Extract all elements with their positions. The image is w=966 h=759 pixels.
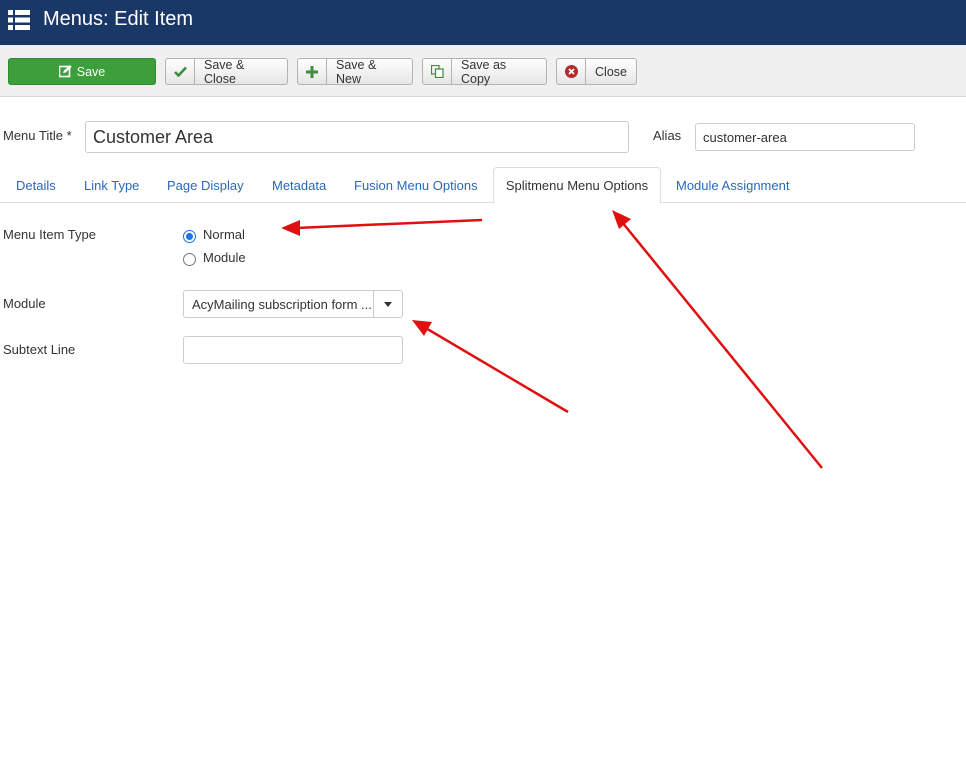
alias-value: customer-area: [703, 130, 787, 145]
alias-label: Alias: [653, 128, 682, 143]
close-label: Close: [595, 64, 627, 79]
copy-icon: [423, 59, 452, 84]
arrow-to-splitmenu-tab: [621, 221, 823, 469]
alias-input[interactable]: customer-area: [695, 123, 915, 151]
check-icon: [166, 59, 195, 84]
subtext-line-label: Subtext Line: [3, 342, 76, 357]
menu-title-input[interactable]: Customer Area: [85, 121, 629, 153]
save-copy-button[interactable]: Save as Copy: [422, 57, 547, 86]
page-header: Menus: Edit Item: [0, 0, 966, 45]
list-icon: [8, 10, 30, 30]
menu-title-label: Menu Title *: [3, 128, 72, 143]
module-label: Module: [3, 296, 46, 311]
tab-link-type[interactable]: Link Type: [84, 167, 139, 203]
annotation-arrows: [281, 210, 823, 469]
radio-module[interactable]: [183, 253, 196, 266]
tab-fusion-menu-options[interactable]: Fusion Menu Options: [354, 167, 478, 203]
toolbar: Save Save & Close Save & New Save as Cop…: [0, 45, 966, 97]
module-select[interactable]: AcyMailing subscription form ...: [183, 290, 403, 318]
edit-icon: [58, 65, 72, 78]
tab-module-assignment[interactable]: Module Assignment: [676, 167, 789, 203]
arrow-to-module-select: [423, 325, 569, 414]
subtext-line-input[interactable]: [183, 336, 403, 364]
save-copy-label: Save as Copy: [461, 57, 507, 86]
save-close-label: Save & Close: [204, 57, 245, 86]
menu-item-type-label: Menu Item Type: [3, 227, 96, 242]
plus-icon: [298, 59, 327, 84]
menu-title-value: Customer Area: [93, 127, 214, 147]
tab-metadata[interactable]: Metadata: [272, 167, 326, 203]
tab-splitmenu-menu-options[interactable]: Splitmenu Menu Options: [493, 167, 661, 204]
radio-normal[interactable]: [183, 230, 196, 243]
radio-module-label[interactable]: Module: [203, 250, 246, 265]
module-select-value: AcyMailing subscription form ...: [192, 297, 372, 312]
save-new-label: Save & New: [336, 57, 377, 86]
tab-bar: Details Link Type Page Display Metadata …: [0, 167, 966, 204]
arrow-to-radio: [295, 218, 483, 230]
save-label: Save: [76, 64, 106, 79]
caret-down-icon[interactable]: [373, 291, 402, 317]
radio-normal-label[interactable]: Normal: [203, 227, 245, 242]
save-close-button[interactable]: Save & Close: [165, 57, 288, 86]
close-button[interactable]: Close: [556, 58, 637, 85]
close-icon: [557, 59, 586, 84]
save-button[interactable]: Save: [8, 58, 156, 85]
tab-details[interactable]: Details: [16, 167, 56, 203]
tab-page-display[interactable]: Page Display: [167, 167, 244, 203]
save-new-button[interactable]: Save & New: [297, 57, 413, 86]
page-title: Menus: Edit Item: [43, 8, 194, 30]
